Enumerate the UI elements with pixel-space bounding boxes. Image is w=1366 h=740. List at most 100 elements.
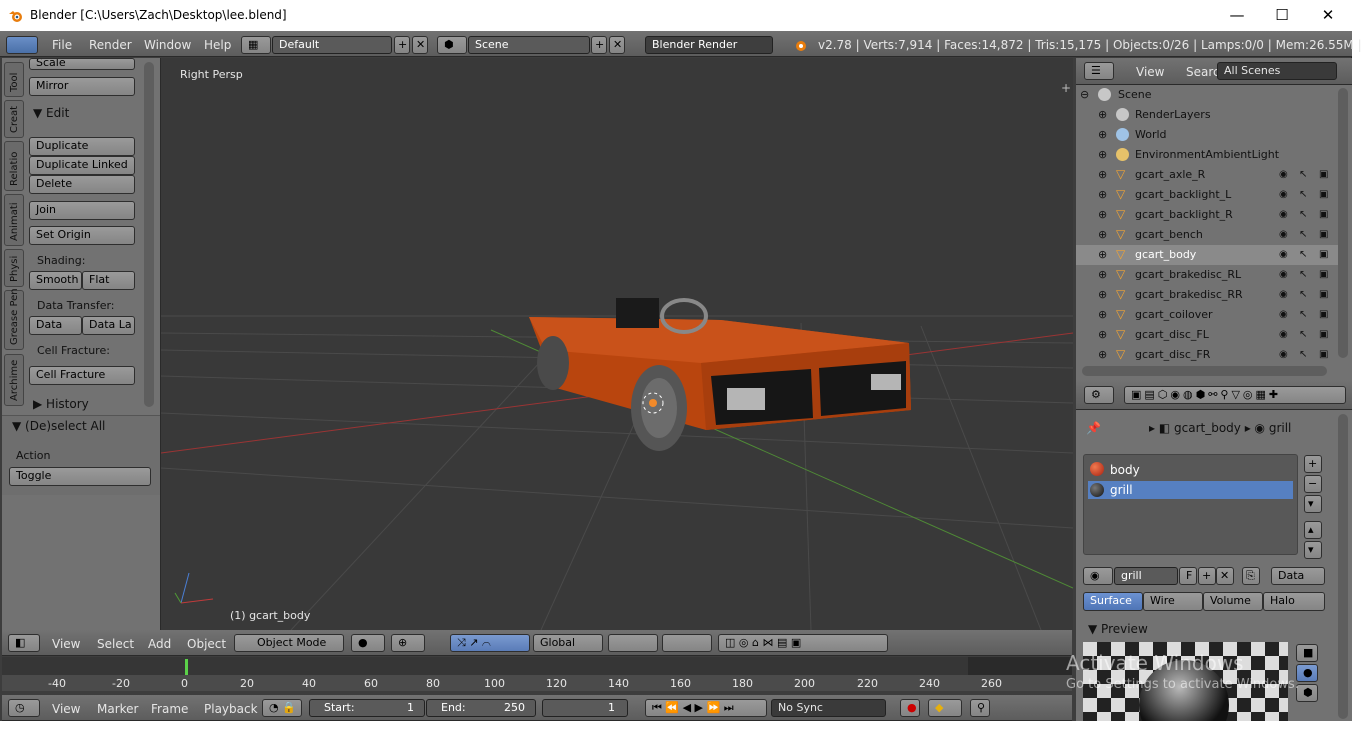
outliner-row[interactable]: ⊕ ▽ gcart_backlight_R ◉ ↖ ▣	[1076, 205, 1338, 225]
scene-field[interactable]: Scene	[468, 36, 590, 54]
tab-animation[interactable]: Animati	[4, 194, 24, 246]
history-panel-header[interactable]: ▶ History	[33, 397, 89, 411]
3d-viewport[interactable]: + Right Persp (1) gcart_body	[161, 58, 1073, 630]
current-frame-marker[interactable]	[185, 659, 188, 675]
timeline-ruler[interactable]: -40 -20 0 20 40 60 80 100 120 140 160 18…	[2, 675, 1072, 691]
tl-menu-frame[interactable]: Frame	[151, 702, 188, 716]
duplicate-linked-button[interactable]: Duplicate Linked	[29, 156, 135, 175]
smooth-button[interactable]: Smooth	[29, 271, 82, 290]
move-slot-down-button[interactable]: ▾	[1304, 541, 1322, 559]
selectability-icon[interactable]: ↖	[1299, 349, 1310, 360]
renderability-icon[interactable]: ▣	[1319, 309, 1330, 320]
properties-scrollbar[interactable]	[1338, 414, 1348, 719]
expand-toggle-icon[interactable]: ⊕	[1098, 288, 1107, 301]
expand-toggle-icon[interactable]: ⊕	[1098, 168, 1107, 181]
material-browse-icon[interactable]: ◉	[1083, 567, 1113, 585]
renderability-icon[interactable]: ▣	[1319, 249, 1330, 260]
material-link-select[interactable]: Data	[1271, 567, 1325, 585]
expand-toggle-icon[interactable]: ⊕	[1098, 128, 1107, 141]
remove-scene-button[interactable]: ✕	[609, 36, 625, 54]
deselect-all-header[interactable]: ▼ (De)select All	[12, 419, 105, 433]
tab-relations[interactable]: Relatio	[4, 141, 24, 191]
renderability-icon[interactable]: ▣	[1319, 189, 1330, 200]
playback-controls[interactable]: ⏮ ⏪ ◀ ▶ ⏩ ⏭	[645, 699, 767, 717]
visibility-icon[interactable]: ◉	[1279, 209, 1290, 220]
expand-toggle-icon[interactable]: ⊖	[1080, 88, 1089, 101]
visibility-icon[interactable]: ◉	[1279, 349, 1290, 360]
visibility-icon[interactable]: ◉	[1279, 289, 1290, 300]
pin-icon[interactable]: 📌	[1086, 421, 1101, 435]
flat-button[interactable]: Flat	[82, 271, 135, 290]
material-slot-body[interactable]: body	[1088, 461, 1293, 479]
expand-toggle-icon[interactable]: ⊕	[1098, 328, 1107, 341]
renderability-icon[interactable]: ▣	[1319, 329, 1330, 340]
tab-create[interactable]: Creat	[4, 100, 24, 138]
expand-toggle-icon[interactable]: ⊕	[1098, 228, 1107, 241]
tab-physics[interactable]: Physi	[4, 249, 24, 287]
add-scene-button[interactable]: +	[591, 36, 607, 54]
tl-menu-marker[interactable]: Marker	[97, 702, 138, 716]
visibility-icon[interactable]: ◉	[1279, 249, 1290, 260]
visibility-icon[interactable]: ◉	[1279, 269, 1290, 280]
outliner-row[interactable]: ⊕ World	[1076, 125, 1338, 145]
renderability-icon[interactable]: ▣	[1319, 289, 1330, 300]
tab-grease-pencil[interactable]: Grease Pen	[4, 288, 24, 350]
viewport-scene[interactable]: +	[161, 58, 1073, 630]
selectability-icon[interactable]: ↖	[1299, 329, 1310, 340]
sync-select[interactable]: No Sync	[771, 699, 886, 717]
tab-halo[interactable]: Halo	[1263, 592, 1325, 611]
selectability-icon[interactable]: ↖	[1299, 209, 1310, 220]
menu-file[interactable]: File	[52, 38, 72, 52]
keyframe-icon[interactable]: ⚲	[970, 699, 990, 717]
outliner-row[interactable]: ⊕ ▽ gcart_axle_R ◉ ↖ ▣	[1076, 165, 1338, 185]
pivot-point-icon[interactable]: ⊕	[391, 634, 425, 652]
add-screen-button[interactable]: +	[394, 36, 410, 54]
expand-toggle-icon[interactable]: ⊕	[1098, 208, 1107, 221]
menu-window[interactable]: Window	[144, 38, 191, 52]
unlink-material-button[interactable]: ✕	[1216, 567, 1234, 585]
keying-set-icon[interactable]: ◆	[928, 699, 962, 717]
preview-sphere-button[interactable]: ●	[1296, 664, 1318, 682]
outliner-row[interactable]: ⊕ ▽ gcart_coilover ◉ ↖ ▣	[1076, 305, 1338, 325]
outliner-row[interactable]: ⊖ Scene	[1076, 85, 1338, 105]
visibility-icon[interactable]: ◉	[1279, 169, 1290, 180]
timeline-track[interactable]	[2, 657, 1072, 675]
record-button[interactable]: ●	[900, 699, 920, 717]
tab-volume[interactable]: Volume	[1203, 592, 1263, 611]
remove-slot-button[interactable]: −	[1304, 475, 1322, 493]
selectability-icon[interactable]: ↖	[1299, 169, 1310, 180]
material-slot-list[interactable]: body grill	[1083, 454, 1298, 555]
data-transfer-button[interactable]: Data	[29, 316, 82, 335]
selectability-icon[interactable]: ↖	[1299, 309, 1310, 320]
properties-context-tabs[interactable]: ▣▤⬡◉◍⬢⚯⚲▽◎▦✚	[1124, 386, 1346, 404]
selectability-icon[interactable]: ↖	[1299, 289, 1310, 300]
outliner-row[interactable]: ⊕ ▽ gcart_backlight_L ◉ ↖ ▣	[1076, 185, 1338, 205]
shading-mode-icon[interactable]: ●	[351, 634, 385, 652]
set-origin-menu[interactable]: Set Origin	[29, 226, 135, 245]
screen-layout-icon[interactable]: ▦	[241, 36, 271, 54]
expand-toggle-icon[interactable]: ⊕	[1098, 108, 1107, 121]
expand-toggle-icon[interactable]: ⊕	[1098, 268, 1107, 281]
vp-menu-select[interactable]: Select	[97, 637, 134, 651]
vp-menu-add[interactable]: Add	[148, 637, 171, 651]
renderability-icon[interactable]: ▣	[1319, 269, 1330, 280]
manipulator-icons[interactable]: ⤨ ↗ ⌒	[450, 634, 530, 652]
selectability-icon[interactable]: ↖	[1299, 229, 1310, 240]
visibility-icon[interactable]: ◉	[1279, 309, 1290, 320]
preview-cube-button[interactable]: ⬢	[1296, 684, 1318, 702]
tl-menu-view[interactable]: View	[52, 702, 80, 716]
expand-toggle-icon[interactable]: ⊕	[1098, 348, 1107, 361]
copy-material-icon[interactable]: ⎘	[1242, 567, 1260, 585]
material-name-field[interactable]: grill	[1114, 567, 1178, 585]
add-slot-button[interactable]: +	[1304, 455, 1322, 473]
visibility-icon[interactable]: ◉	[1279, 189, 1290, 200]
current-frame-field[interactable]: 1	[542, 699, 628, 717]
join-button[interactable]: Join	[29, 201, 135, 220]
preview-range-icon[interactable]: ◔ 🔒	[262, 699, 302, 717]
maximize-button[interactable]: ☐	[1259, 0, 1305, 31]
tab-wire[interactable]: Wire	[1143, 592, 1203, 611]
expand-toggle-icon[interactable]: ⊕	[1098, 308, 1107, 321]
outliner-menu-view[interactable]: View	[1136, 65, 1164, 79]
remove-screen-button[interactable]: ✕	[412, 36, 428, 54]
preview-type-icons[interactable]: ■	[1296, 644, 1318, 662]
